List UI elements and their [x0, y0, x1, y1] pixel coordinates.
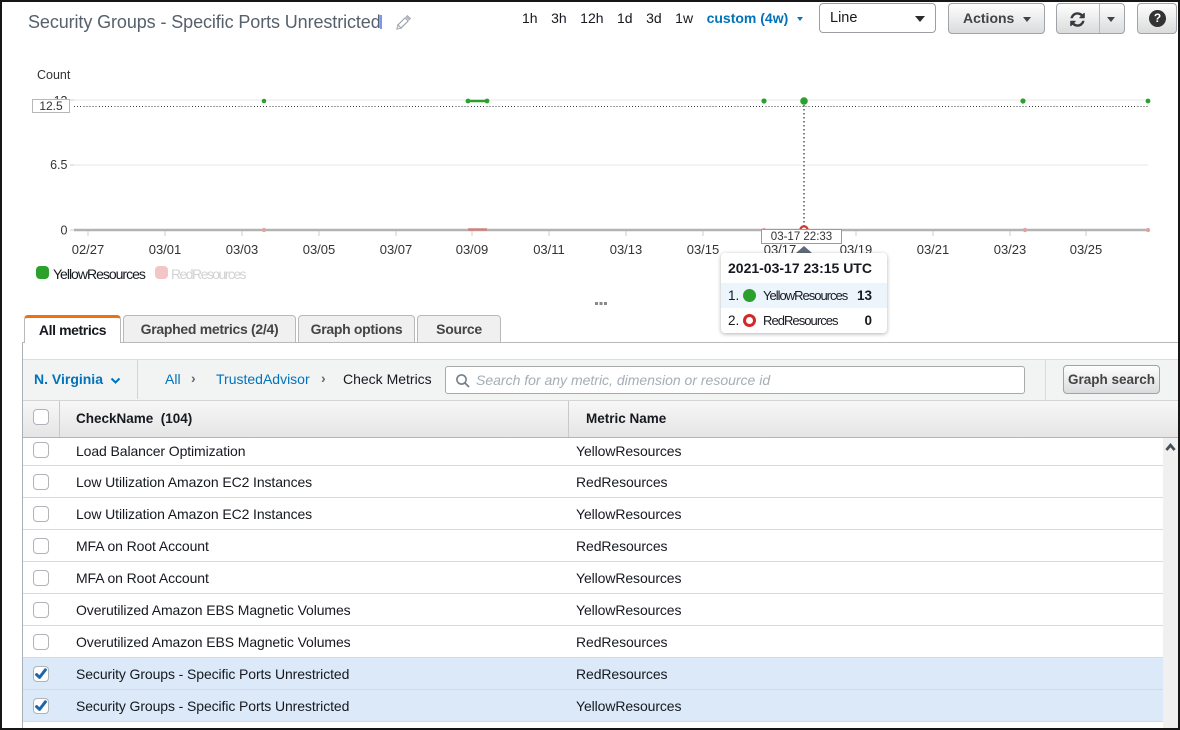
svg-text:03/21: 03/21 — [917, 242, 950, 257]
svg-text:03/03: 03/03 — [226, 242, 259, 257]
svg-text:6.5: 6.5 — [50, 158, 67, 172]
svg-text:03/09: 03/09 — [456, 242, 489, 257]
svg-text:03/07: 03/07 — [380, 242, 413, 257]
svg-text:03/05: 03/05 — [303, 242, 336, 257]
svg-text:03/23: 03/23 — [994, 242, 1027, 257]
svg-text:02/27: 02/27 — [72, 242, 105, 257]
svg-text:Count: Count — [37, 68, 71, 82]
svg-text:03/01: 03/01 — [149, 242, 182, 257]
svg-text:03/13: 03/13 — [610, 242, 643, 257]
svg-text:0: 0 — [61, 224, 68, 238]
svg-text:03/11: 03/11 — [533, 242, 565, 257]
svg-text:03/25: 03/25 — [1070, 242, 1103, 257]
svg-text:03/15: 03/15 — [687, 242, 720, 257]
